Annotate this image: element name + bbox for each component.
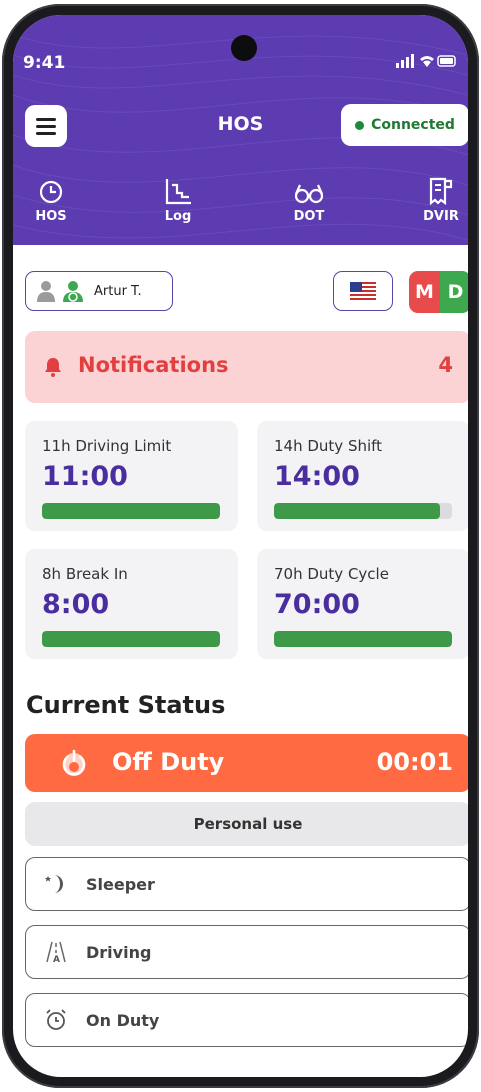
power-icon [62,749,86,776]
limit-value: 8:00 [42,589,110,620]
limit-label: 8h Break In [42,565,128,583]
limit-card-duty-cycle: 70h Duty Cycle 70:00 [257,549,468,659]
limit-value: 14:00 [274,461,360,492]
tab-label: DVIR [423,209,459,224]
svg-text:A: A [53,955,60,964]
limit-value: 11:00 [42,461,128,492]
tab-log[interactable]: Log [138,175,218,224]
limit-value: 70:00 [274,589,360,620]
mode-toggle[interactable]: M D [409,271,468,313]
driving-status-button[interactable]: A Driving [25,925,468,979]
limit-card-driving: 11h Driving Limit 11:00 [25,421,238,531]
personal-use-button[interactable]: Personal use [25,802,468,846]
limit-label: 14h Duty Shift [274,437,383,455]
co-driver-icon [37,281,55,302]
connected-dot-icon [355,120,365,130]
chart-log-icon [165,179,191,205]
limit-card-duty-shift: 14h Duty Shift 14:00 [257,421,468,531]
active-status-label: Off Duty [112,748,225,776]
tab-dvir[interactable]: DVIR [401,175,468,224]
on-duty-status-button[interactable]: On Duty [25,993,468,1047]
tab-label: Log [164,209,192,224]
sleeper-status-button[interactable]: Sleeper [25,857,468,911]
nav-tabs: HOS Log DOT DVIR [13,175,468,237]
alarm-clock-icon [46,1009,66,1030]
tab-dot[interactable]: DOT [269,175,349,224]
notifications-label: Notifications [78,353,229,377]
connection-label: Connected [371,117,455,133]
limit-progress-track [42,631,220,647]
status-bar: 9:41 [13,15,468,75]
tab-label: HOS [35,209,67,224]
status-option-label: Sleeper [86,875,155,894]
tab-label: DOT [293,209,325,224]
signal-wifi-battery-icon [396,54,456,68]
off-duty-status-button[interactable]: Off Duty 00:01 [25,734,468,792]
glasses-icon [294,184,324,204]
notifications-count: 4 [438,353,453,377]
country-selector[interactable] [333,271,393,311]
bell-icon [45,358,61,377]
limit-progress-fill [274,631,452,647]
tab-hos[interactable]: HOS [13,175,91,224]
driver-selector[interactable]: Artur T. [25,271,173,311]
status-time: 9:41 [23,53,66,73]
driver-name: Artur T. [94,283,142,299]
limit-progress-fill [42,631,220,647]
status-option-label: Driving [86,943,152,962]
limit-progress-track [274,631,452,647]
limit-progress-fill [42,503,220,519]
limit-progress-track [274,503,452,519]
limit-label: 11h Driving Limit [42,437,172,455]
current-status-title: Current Status [26,691,226,719]
limit-label: 70h Duty Cycle [274,565,389,583]
connection-status-button[interactable]: Connected [341,104,468,146]
us-flag-icon [350,282,376,300]
front-camera [231,35,257,61]
mode-d[interactable]: D [440,271,468,313]
road-icon: A [46,941,66,964]
system-icons [396,53,458,73]
app-screen: 9:41 HOS Connected HOS Log DOT DVIR Artu… [13,15,468,1077]
app-header: 9:41 HOS Connected HOS Log DOT DVIR [13,15,468,245]
status-option-label: On Duty [86,1011,160,1030]
notifications-banner[interactable]: Notifications 4 [25,331,468,403]
limit-progress-fill [274,503,440,519]
phone-frame: 9:41 HOS Connected HOS Log DOT DVIR Artu… [2,4,479,1088]
active-status-time: 00:01 [376,748,453,776]
clock-icon [39,180,63,204]
document-icon [429,177,453,205]
mode-m[interactable]: M [409,271,440,313]
moon-icon [45,875,64,893]
driver-icon [63,281,83,302]
limit-progress-track [42,503,220,519]
limit-card-break: 8h Break In 8:00 [25,549,238,659]
